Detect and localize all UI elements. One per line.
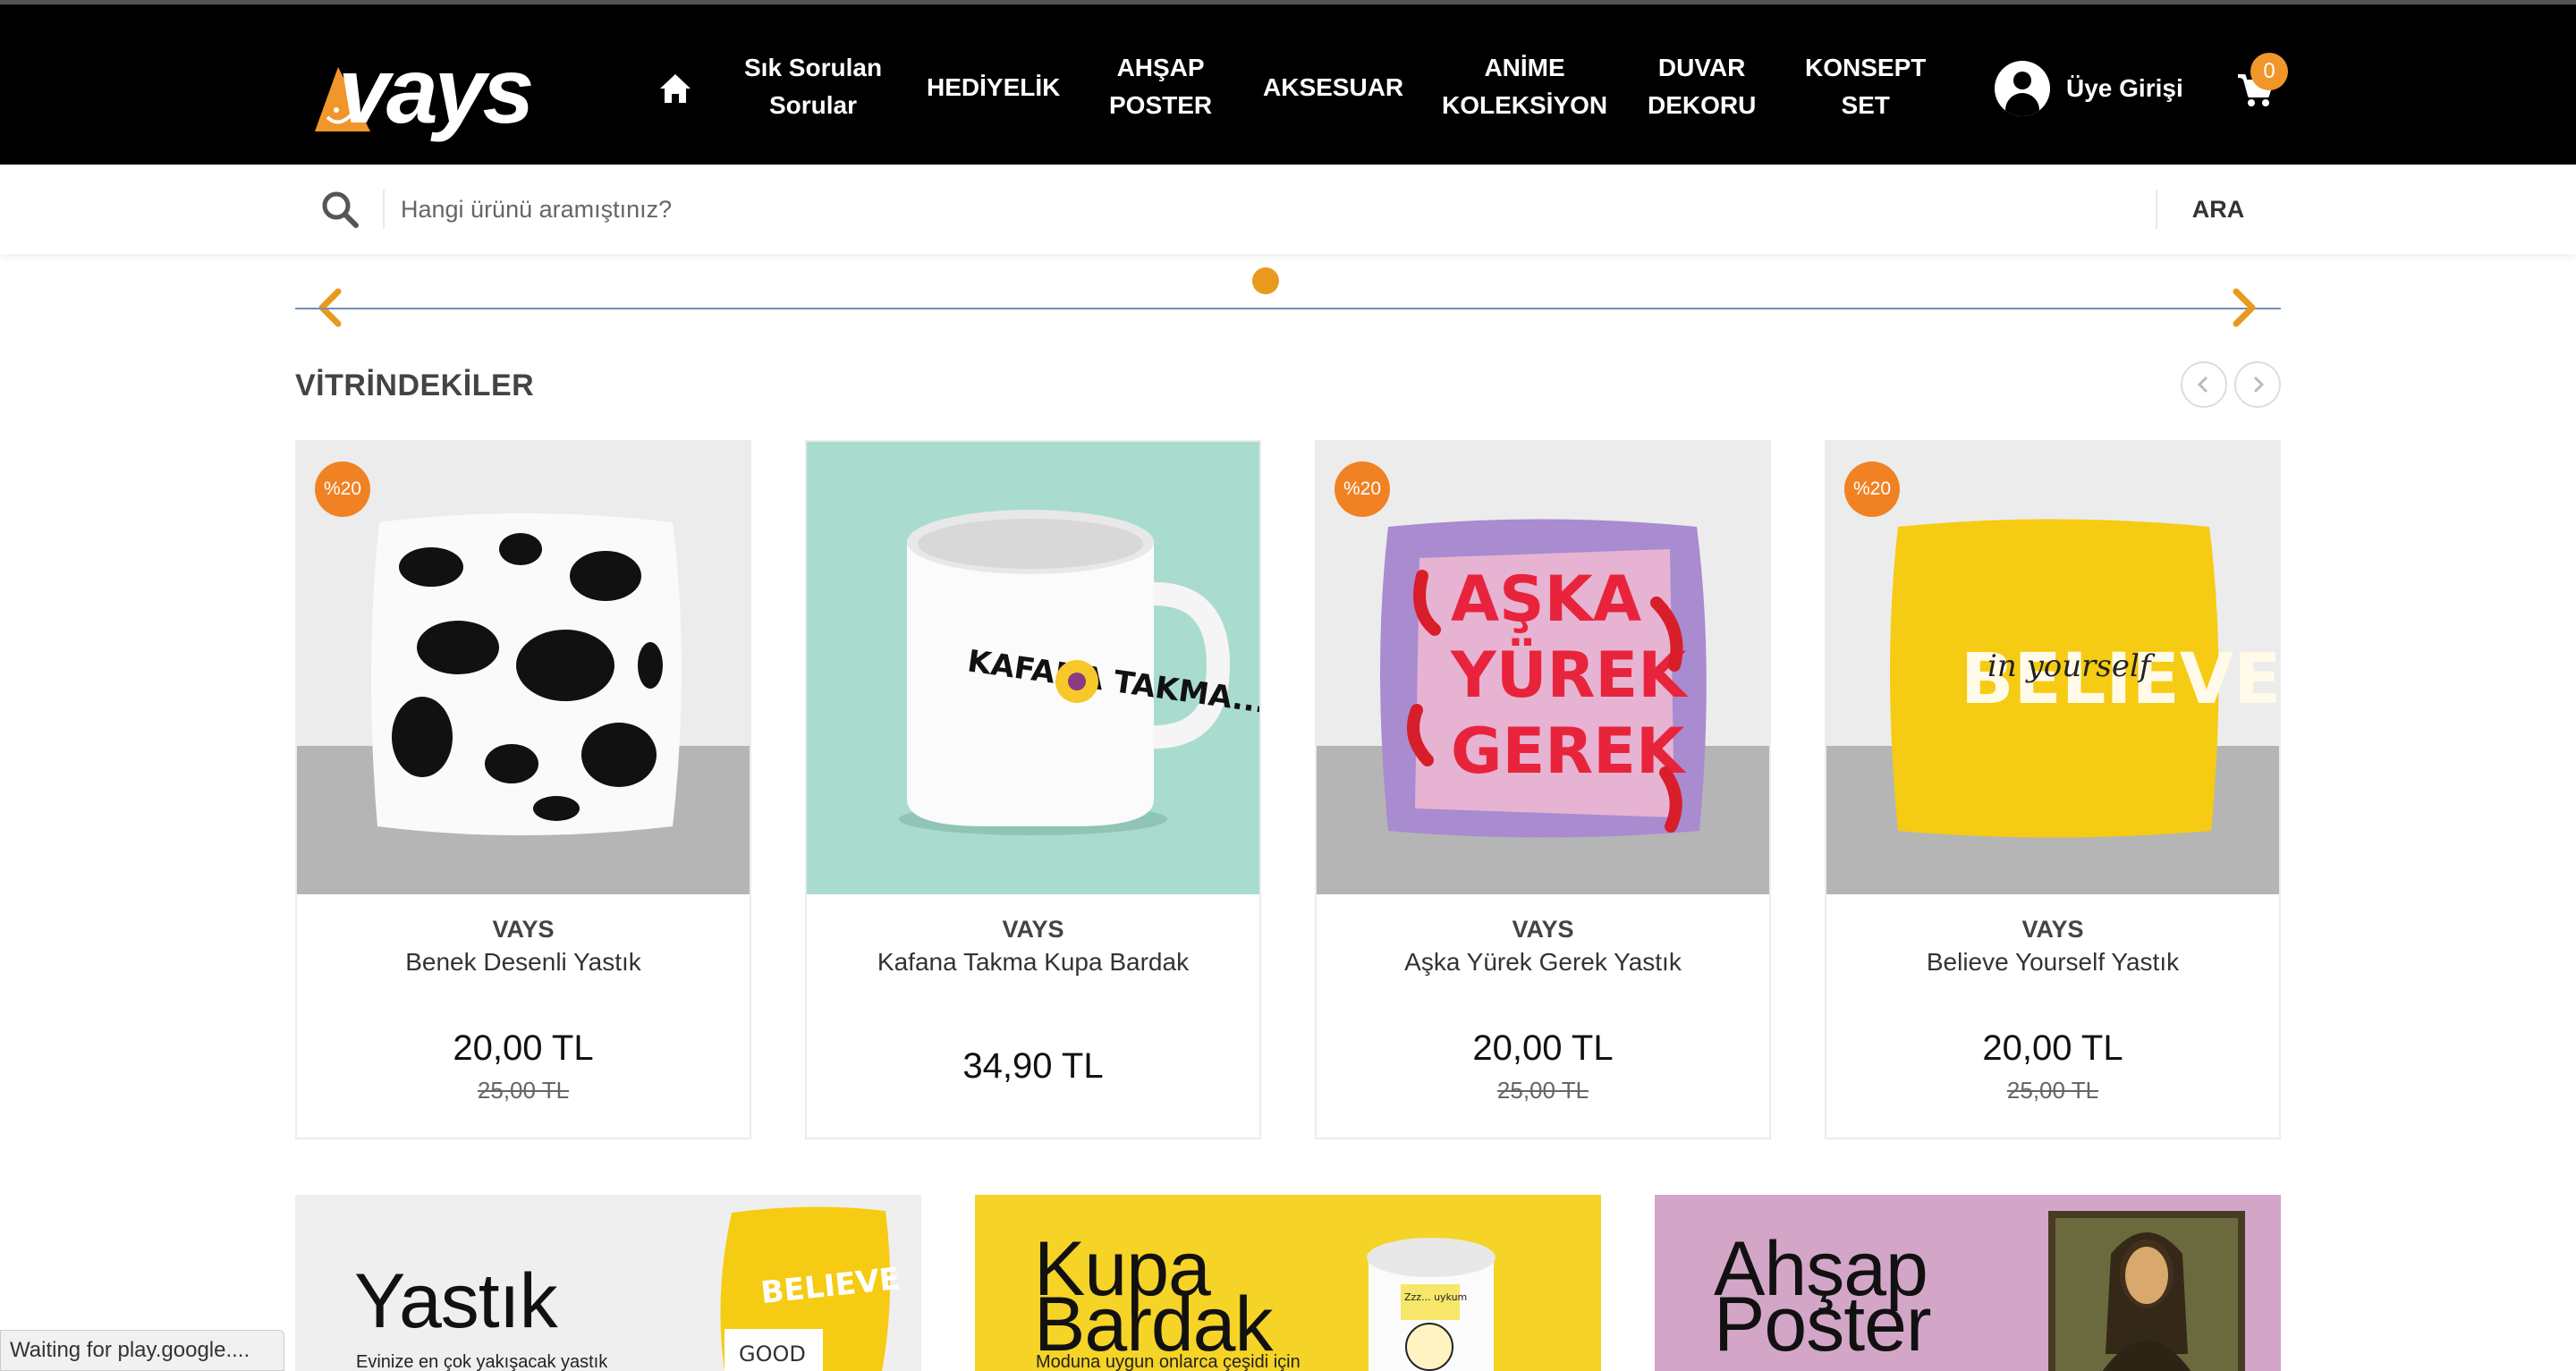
product-price: 20,00 TL	[453, 1028, 594, 1068]
discount-badge: %20	[315, 461, 370, 517]
cart-count-badge: 0	[2250, 53, 2288, 90]
product-old-price: 25,00 TL	[1496, 1077, 1589, 1104]
pillow-print-line2: YÜREK	[1450, 639, 1689, 712]
product-name[interactable]: Benek Desenli Yastık	[297, 948, 750, 977]
banner-pillow-image: BELIEVE GOOD	[720, 1206, 902, 1371]
browser-status-bar: Waiting for play.google....	[0, 1330, 284, 1371]
product-card[interactable]: KAFANA TAKMA... VAYS Kafana Takma Kupa B…	[805, 440, 1261, 1139]
nav-label-line2: KOLEKSİYON	[1442, 91, 1608, 119]
user-icon	[1995, 61, 2050, 116]
pillow-print-line3: GEREK	[1451, 715, 1687, 788]
carousel-prev-button[interactable]	[2181, 361, 2227, 408]
logo-text: vays	[338, 39, 534, 143]
banner-mug-text: Zzz... uykum	[1404, 1291, 1467, 1303]
product-image-cow-pillow[interactable]	[297, 442, 750, 894]
product-image-believe-pillow[interactable]: BELIEVE in yourself	[1826, 442, 2279, 894]
product-price: 34,90 TL	[962, 1046, 1104, 1086]
product-brand: VAYS	[1002, 916, 1064, 943]
nav-item-aksesuar[interactable]: AKSESUAR	[1263, 69, 1403, 106]
pillow-print-script: in yourself	[1987, 648, 2156, 684]
banner-mona-lisa-image	[2048, 1211, 2245, 1371]
product-card[interactable]: AŞKA YÜREK GEREK %20 VAYS Aşka Yürek Ger…	[1315, 440, 1771, 1139]
nav-label-line2: DEKORU	[1648, 91, 1757, 119]
product-price: 20,00 TL	[1982, 1028, 2123, 1068]
nav-item-ahsap-poster[interactable]: AHŞAP POSTER	[1109, 49, 1212, 124]
user-login-link[interactable]: Üye Girişi	[1995, 60, 2183, 117]
top-navigation-bar: vays Sık Sorulan Sorular HEDİYELİK AHŞAP…	[0, 0, 2576, 165]
nav-item-duvar-dekoru[interactable]: DUVAR DEKORU	[1648, 49, 1756, 124]
search-icon	[322, 191, 359, 228]
discount-badge: %20	[1844, 461, 1900, 517]
banner-yastik[interactable]: Yastık Evinize en çok yakışacak yastık B…	[295, 1195, 921, 1371]
chevron-right-icon	[2253, 376, 2265, 394]
carousel-next-button[interactable]	[2234, 361, 2281, 408]
nav-label-line1: ANİME	[1484, 54, 1565, 81]
product-name[interactable]: Kafana Takma Kupa Bardak	[807, 948, 1259, 977]
banner-pillow-text2: GOOD	[739, 1341, 806, 1367]
banner-subtitle: Moduna uygun onlarca çeşidi için	[1036, 1352, 1301, 1371]
product-brand: VAYS	[2021, 916, 2084, 943]
product-brand: VAYS	[492, 916, 555, 943]
discount-badge: %20	[1335, 461, 1390, 517]
nav-item-faq[interactable]: Sık Sorulan Sorular	[744, 49, 882, 124]
nav-item-anime-koleksiyon[interactable]: ANİME KOLEKSİYON	[1442, 49, 1607, 124]
nav-label-line1: HEDİYELİK	[927, 73, 1061, 101]
banner-title-line2: Bardak	[1034, 1282, 1273, 1367]
nav-label-line1: KONSEPT	[1805, 54, 1927, 81]
product-brand: VAYS	[1512, 916, 1574, 943]
product-name[interactable]: Aşka Yürek Gerek Yastık	[1317, 948, 1769, 977]
slider-indicator-dot[interactable]	[1252, 267, 1279, 294]
nav-label-line1: DUVAR	[1657, 54, 1746, 81]
product-old-price: 25,00 TL	[2006, 1077, 2099, 1104]
product-price: 20,00 TL	[1472, 1028, 1614, 1068]
search-bar: ARA	[0, 165, 2576, 254]
nav-label-line2: POSTER	[1109, 91, 1213, 119]
banner-subtitle: Evinize en çok yakışacak yastık	[356, 1352, 608, 1371]
banner-mug-image: Zzz... uykum	[1367, 1238, 1496, 1371]
banner-title-line2: Poster	[1714, 1282, 1932, 1367]
section-title: VİTRİNDEKİLER	[295, 368, 535, 402]
slider-next-icon[interactable]	[2231, 288, 2258, 327]
vays-logo[interactable]: vays	[311, 39, 535, 143]
search-button[interactable]: ARA	[2175, 186, 2261, 233]
nav-item-hediyelik[interactable]: HEDİYELİK	[927, 69, 1060, 106]
home-icon[interactable]	[658, 72, 692, 105]
product-name[interactable]: Believe Yourself Yastık	[1826, 948, 2279, 977]
banner-ahsap-poster[interactable]: Ahşap Poster	[1655, 1195, 2281, 1371]
banner-title: Yastık	[354, 1258, 558, 1344]
product-image-mug[interactable]: KAFANA TAKMA...	[807, 442, 1259, 894]
search-divider	[383, 190, 385, 229]
banner-kupa-bardak[interactable]: Kupa Bardak Moduna uygun onlarca çeşidi …	[975, 1195, 1601, 1371]
pillow-print-line1: AŞKA	[1451, 563, 1641, 636]
chevron-left-icon	[2197, 376, 2208, 394]
product-image-aska-yurek-pillow[interactable]: AŞKA YÜREK GEREK	[1317, 442, 1769, 894]
nav-item-konsept-set[interactable]: KONSEPT SET	[1805, 49, 1926, 124]
nav-label-line2: Sorular	[769, 91, 858, 119]
slider-track	[295, 308, 2281, 309]
product-card[interactable]: BELIEVE in yourself %20 VAYS Believe You…	[1825, 440, 2281, 1139]
search-input[interactable]	[401, 186, 2100, 233]
nav-label-line1: AKSESUAR	[1263, 73, 1404, 101]
search-divider	[2156, 190, 2157, 229]
nav-label-line1: AHŞAP	[1116, 54, 1205, 81]
user-login-label: Üye Girişi	[2066, 74, 2183, 102]
nav-label-line1: Sık Sorulan	[744, 54, 883, 81]
product-old-price: 25,00 TL	[477, 1077, 570, 1104]
nav-label-line2: SET	[1841, 91, 1890, 119]
product-card[interactable]: %20 VAYS Benek Desenli Yastık 20,00 TL 2…	[295, 440, 751, 1139]
